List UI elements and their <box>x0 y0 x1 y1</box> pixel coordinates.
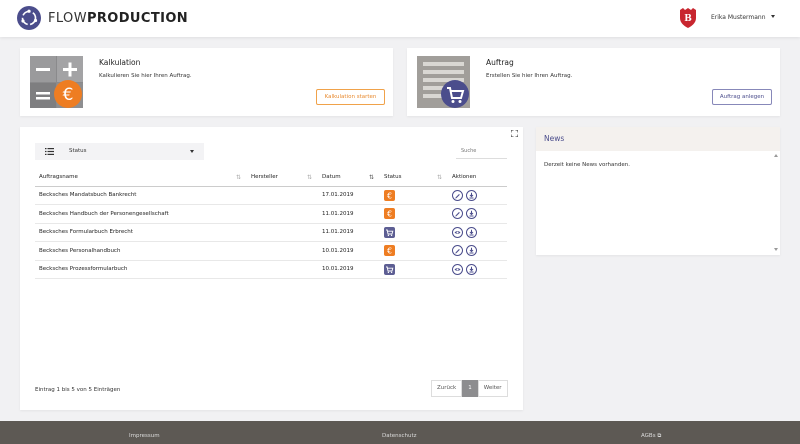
edit-icon[interactable] <box>452 189 463 201</box>
svg-text:B: B <box>684 14 692 24</box>
chevron-down-icon[interactable] <box>771 15 775 18</box>
order-hersteller <box>247 241 318 261</box>
user-menu-toggle[interactable]: Erika Mustermann <box>711 14 766 21</box>
download-icon[interactable] <box>466 226 477 238</box>
order-date: 10.01.2019 <box>318 241 380 261</box>
publisher-shield-icon: B <box>679 8 697 28</box>
table-row[interactable]: Becksches Formularbuch Erbrecht 11.01.20… <box>35 223 507 242</box>
table-row[interactable]: Becksches Personalhandbuch 10.01.2019 € <box>35 241 507 261</box>
sort-icon[interactable]: ⇅ <box>437 174 442 181</box>
top-navbar: FLOWPRODUCTION B Erika Mustermann <box>0 0 800 37</box>
sort-icon[interactable]: ⇅ <box>236 174 241 181</box>
status-filter-select[interactable]: Status <box>35 143 204 160</box>
news-empty-message: Derzeit keine News vorhanden. <box>544 162 630 168</box>
column-header-status[interactable]: Status ⇅ <box>380 168 448 187</box>
news-header: News <box>536 127 780 151</box>
order-date: 10.01.2019 <box>318 260 380 279</box>
euro-status-icon: € <box>384 208 395 220</box>
order-name: Becksches Personalhandbuch <box>35 241 247 261</box>
auftrag-description: Erstellen Sie hier Ihren Auftrag. <box>486 73 573 79</box>
order-form-illustration <box>417 56 470 108</box>
auftrag-anlegen-button[interactable]: Auftrag anlegen <box>712 89 772 105</box>
table-info: Eintrag 1 bis 5 von 5 Einträgen <box>35 387 121 393</box>
order-hersteller <box>247 204 318 224</box>
news-title: News <box>544 134 565 143</box>
column-header-hersteller[interactable]: Hersteller ⇅ <box>247 168 318 187</box>
kalkulation-title: Kalkulation <box>99 58 141 67</box>
table-row[interactable]: Becksches Handbuch der Personengesellsch… <box>35 204 507 224</box>
order-hersteller <box>247 186 318 205</box>
fullscreen-icon[interactable] <box>510 129 519 138</box>
edit-icon[interactable] <box>452 208 463 220</box>
order-name: Becksches Mandatsbuch Bankrecht <box>35 186 247 205</box>
download-icon[interactable] <box>466 263 477 275</box>
auftrag-title: Auftrag <box>486 58 514 67</box>
footer-link-agbs[interactable]: AGBs ⧉ <box>641 433 661 440</box>
order-date: 17.01.2019 <box>318 186 380 205</box>
orders-panel: Status Auftragsname⇅ Hersteller⇅ Datum⇅ … <box>20 127 523 410</box>
pagination-next-button[interactable]: Weiter <box>477 380 508 397</box>
footer: Impressum Datenschutz AGBs ⧉ <box>0 421 800 444</box>
column-header-auftragsname[interactable]: Auftragsname ⇅ <box>35 168 247 187</box>
order-date: 11.01.2019 <box>318 204 380 224</box>
pagination-prev-button[interactable]: Zurück <box>431 380 463 397</box>
table-row[interactable]: Becksches Prozessformularbuch 10.01.2019 <box>35 260 507 279</box>
cart-status-icon <box>384 226 395 238</box>
table-row[interactable]: Becksches Mandatsbuch Bankrecht 17.01.20… <box>35 186 507 205</box>
euro-status-icon: € <box>384 189 395 201</box>
order-name: Becksches Prozessformularbuch <box>35 260 247 279</box>
svg-text:€: € <box>387 210 392 219</box>
flowproduction-logo-icon[interactable] <box>17 6 41 30</box>
external-link-icon: ⧉ <box>657 433 662 439</box>
view-icon[interactable] <box>452 226 463 238</box>
euro-status-icon: € <box>384 245 395 257</box>
chevron-down-icon <box>190 150 194 153</box>
pagination: Zurück 1 Weiter <box>431 380 508 397</box>
column-header-datum[interactable]: Datum ⇅ <box>318 168 380 187</box>
brand-name: FLOWPRODUCTION <box>48 11 189 26</box>
order-name: Becksches Formularbuch Erbrecht <box>35 223 247 242</box>
svg-text:€: € <box>63 85 74 105</box>
list-icon <box>45 148 54 155</box>
status-filter-label: Status <box>69 148 87 154</box>
download-icon[interactable] <box>466 189 477 201</box>
auftrag-card: Auftrag Erstellen Sie hier Ihren Auftrag… <box>407 48 780 116</box>
edit-icon[interactable] <box>452 245 463 257</box>
kalkulation-description: Kalkulieren Sie hier Ihren Auftrag. <box>99 73 192 79</box>
view-icon[interactable] <box>452 263 463 275</box>
scroll-down-arrow-icon[interactable] <box>774 248 778 251</box>
sort-icon[interactable]: ⇅ <box>307 174 312 181</box>
cart-status-icon <box>384 263 395 275</box>
order-name: Becksches Handbuch der Personengesellsch… <box>35 204 247 224</box>
news-panel: News Derzeit keine News vorhanden. <box>536 127 780 255</box>
kalkulation-start-button[interactable]: Kalkulation starten <box>316 89 385 105</box>
column-header-aktionen: Aktionen <box>448 168 507 187</box>
sort-descending-icon[interactable]: ⇅ <box>369 174 374 181</box>
download-icon[interactable] <box>466 208 477 220</box>
svg-text:€: € <box>387 191 392 200</box>
search-input[interactable] <box>456 144 507 159</box>
kalkulation-card: € Kalkulation Kalkulieren Sie hier Ihren… <box>20 48 393 116</box>
footer-link-datenschutz[interactable]: Datenschutz <box>382 433 417 439</box>
scroll-up-arrow-icon[interactable] <box>774 154 778 157</box>
order-hersteller <box>247 260 318 279</box>
orders-table: Auftragsname ⇅ Hersteller ⇅ Datum ⇅ Status ⇅… <box>35 168 507 279</box>
download-icon[interactable] <box>466 245 477 257</box>
order-date: 11.01.2019 <box>318 223 380 242</box>
order-hersteller <box>247 223 318 242</box>
calculator-illustration: € <box>30 56 83 108</box>
svg-text:€: € <box>387 247 392 256</box>
pagination-page-1[interactable]: 1 <box>462 380 478 397</box>
footer-link-impressum[interactable]: Impressum <box>129 433 160 439</box>
